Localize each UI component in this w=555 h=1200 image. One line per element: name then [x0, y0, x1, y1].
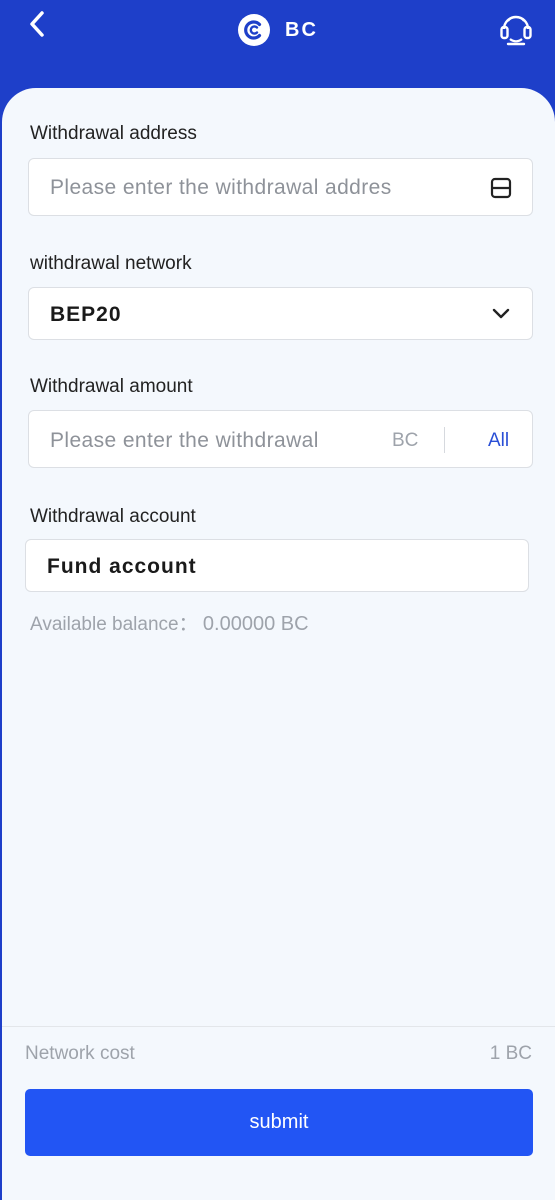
amount-divider	[444, 427, 445, 453]
balance-label: Available balance：	[30, 614, 198, 635]
account-label: Withdrawal account	[30, 506, 196, 527]
headset-support-icon	[500, 15, 532, 46]
amount-label: Withdrawal amount	[30, 376, 193, 397]
chevron-down-icon	[492, 308, 510, 319]
bc-coin-logo-icon	[238, 14, 271, 46]
customer-support-button[interactable]	[496, 8, 536, 48]
network-selected-value: BEP20	[50, 303, 122, 326]
amount-input[interactable]: Please enter the withdrawal BC All	[28, 410, 533, 468]
balance-value: 0.00000 BC	[202, 613, 309, 635]
network-cost-value: 1 BC	[489, 1043, 532, 1064]
amount-placeholder: Please enter the withdrawal	[50, 429, 319, 452]
available-balance: Available balance： 0.00000 BC	[30, 609, 309, 636]
scan-icon[interactable]	[489, 176, 513, 200]
address-placeholder: Please enter the withdrawal addres	[50, 176, 392, 199]
network-label: withdrawal network	[30, 253, 192, 274]
network-select[interactable]: BEP20	[28, 287, 533, 340]
address-label: Withdrawal address	[30, 123, 197, 144]
amount-unit: BC	[392, 430, 419, 451]
header-title-group: BC	[0, 10, 555, 50]
account-selected-value: Fund account	[47, 555, 197, 578]
page-title: BC	[285, 18, 318, 41]
network-cost-label: Network cost	[25, 1043, 135, 1064]
all-amount-button[interactable]: All	[488, 430, 509, 452]
submit-button[interactable]: submit	[25, 1089, 533, 1156]
address-input[interactable]: Please enter the withdrawal addres	[28, 158, 533, 216]
account-select[interactable]: Fund account	[25, 539, 529, 592]
footer-divider	[2, 1026, 555, 1027]
